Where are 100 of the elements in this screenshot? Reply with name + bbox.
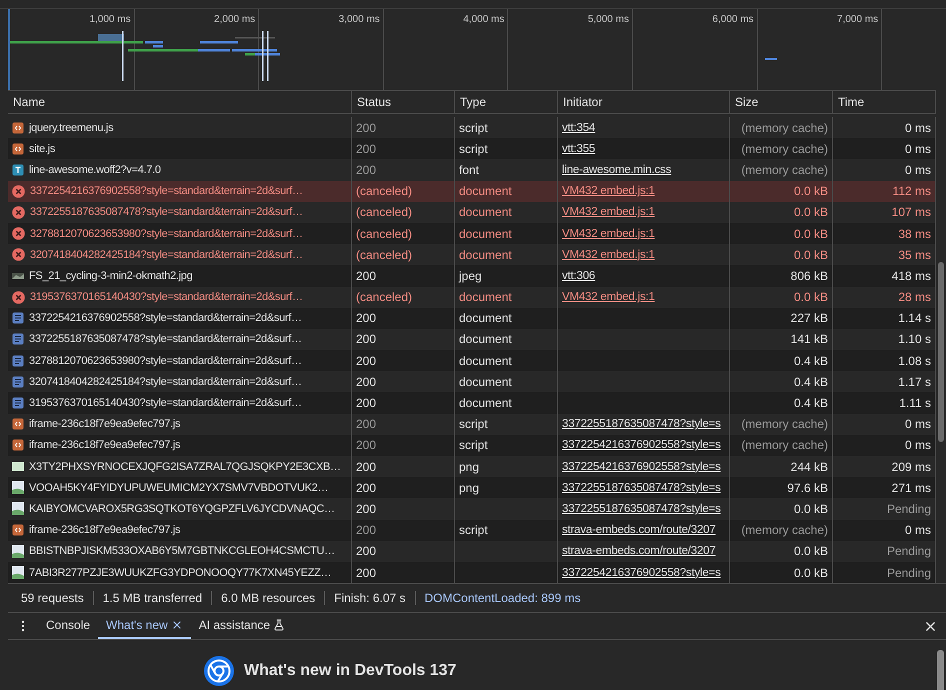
- request-name-cell[interactable]: FS_21_cycling-3-min2-okmath2.jpg: [8, 265, 352, 286]
- type-cell: script: [455, 434, 558, 456]
- document-icon: [12, 354, 24, 367]
- status-cell: 200: [352, 434, 455, 456]
- image-file-icon: [12, 502, 24, 516]
- script-file-icon: [12, 142, 24, 155]
- column-header[interactable]: Initiator: [558, 90, 730, 114]
- size-cell: 0.0 kB: [730, 222, 833, 244]
- initiator-link[interactable]: strava-embeds.com/route/3207: [562, 524, 716, 536]
- status-text: DOMContentLoaded: 899 ms: [424, 591, 582, 606]
- size-cell: (memory cache): [730, 138, 833, 160]
- initiator-link[interactable]: 3372255187635087478?style=s: [562, 482, 721, 494]
- initiator-link[interactable]: VM432 embed.js:1: [562, 248, 655, 261]
- size-cell: (memory cache): [730, 434, 833, 456]
- time-cell: 35 ms: [833, 244, 936, 266]
- status-cell: 200: [352, 265, 455, 286]
- close-icon[interactable]: [170, 619, 183, 632]
- status-cell: 200: [352, 308, 455, 329]
- initiator-link[interactable]: 3372255187635087478?style=s: [562, 418, 721, 430]
- time-cell: 0 ms: [833, 414, 936, 435]
- request-name-cell[interactable]: VOOAH5KY4FYIDYUPUWEUMICM2YX7SMV7VBDOTVUK2…: [8, 477, 352, 498]
- initiator-link[interactable]: VM432 embed.js:1: [562, 291, 655, 304]
- error-icon: [12, 227, 25, 240]
- request-name-cell[interactable]: site.js: [8, 138, 352, 160]
- column-header[interactable]: Time: [833, 90, 936, 114]
- size-cell: 0.4 kB: [730, 371, 833, 392]
- column-header[interactable]: Type: [455, 90, 558, 114]
- request-name-cell[interactable]: 3372254216376902558?style=standard&terrain=2d&surf…: [8, 180, 352, 202]
- column-header[interactable]: Status: [352, 90, 455, 114]
- time-cell: 1.08 s: [833, 350, 936, 372]
- time-tick-label: 4,000 ms: [463, 14, 504, 25]
- initiator-link[interactable]: 3372254216376902558?style=s: [562, 460, 721, 473]
- initiator-link[interactable]: vtt:306: [562, 270, 596, 282]
- whats-new-heading: What's new in DevTools 137: [244, 662, 456, 680]
- request-name-cell[interactable]: 3278812070623653980?style=standard&terrain=2d&surf…: [8, 222, 352, 244]
- script-file-icon: [12, 122, 24, 134]
- status-cell: 200: [352, 562, 455, 584]
- request-name-cell[interactable]: iframe-236c18f7e9ea9efec797.js: [8, 434, 352, 456]
- error-icon: [12, 290, 25, 304]
- type-cell: script: [455, 520, 558, 541]
- status-cell: 200: [352, 477, 455, 498]
- initiator-link[interactable]: VM432 embed.js:1: [562, 228, 655, 240]
- error-icon: [12, 206, 25, 219]
- image-file-icon: [12, 481, 24, 494]
- size-cell: 0.0 kB: [730, 562, 833, 584]
- request-name-cell[interactable]: 3195376370165140430?style=standard&terrain=2d&surf…: [8, 286, 352, 308]
- initiator-link[interactable]: 3372254216376902558?style=s: [562, 566, 721, 579]
- time-cell: 0 ms: [833, 434, 936, 456]
- request-name-cell[interactable]: iframe-236c18f7e9ea9efec797.js: [8, 520, 352, 541]
- initiator-link[interactable]: vtt:354: [562, 122, 596, 134]
- error-icon: [12, 184, 25, 198]
- script-file-icon: [12, 439, 24, 452]
- size-cell: 806 kB: [730, 265, 833, 286]
- time-tick-label: 5,000 ms: [588, 14, 629, 25]
- initiator-link[interactable]: vtt:355: [562, 142, 596, 155]
- column-header[interactable]: Size: [730, 90, 833, 114]
- initiator-link[interactable]: VM432 embed.js:1: [562, 185, 655, 198]
- drawer-tab[interactable]: What's new: [98, 613, 191, 640]
- request-name-cell[interactable]: iframe-236c18f7e9ea9efec797.js: [8, 414, 352, 435]
- status-cell: 200: [352, 520, 455, 541]
- image-thumbnail-icon: [12, 272, 24, 279]
- initiator-link[interactable]: line-awesome.min.css: [562, 164, 672, 176]
- time-tick-label: 7,000 ms: [837, 14, 878, 25]
- status-cell: 200: [352, 371, 455, 392]
- request-name-cell[interactable]: 3278812070623653980?style=standard&terrain=2d&surf…: [8, 350, 352, 372]
- type-cell: script: [455, 414, 558, 435]
- script-file-icon: [12, 524, 24, 536]
- time-cell: 1.14 s: [833, 308, 936, 329]
- devtools-logo-icon: [204, 656, 234, 686]
- initiator-link[interactable]: 3372254216376902558?style=s: [562, 439, 721, 452]
- time-cell: 0 ms: [833, 138, 936, 160]
- type-cell: document: [455, 222, 558, 244]
- initiator-link[interactable]: strava-embeds.com/route/3207: [562, 545, 716, 558]
- status-cell: 200: [352, 138, 455, 160]
- request-name-cell[interactable]: 3372254216376902558?style=standard&terrain=2d&surf…: [8, 308, 352, 329]
- status-text: 59 requests: [12, 591, 94, 606]
- request-name-cell[interactable]: 3207418404282425184?style=standard&terrain=2d&surf…: [8, 244, 352, 266]
- time-cell: 112 ms: [833, 180, 936, 202]
- time-cell: 1.11 s: [833, 392, 936, 414]
- document-icon: [12, 397, 24, 410]
- request-name-cell[interactable]: 3207418404282425184?style=standard&terrain=2d&surf…: [8, 371, 352, 392]
- initiator-link[interactable]: 3372255187635087478?style=s: [562, 502, 721, 515]
- type-cell: document: [455, 350, 558, 372]
- request-name-cell[interactable]: 3195376370165140430?style=standard&terrain=2d&surf…: [8, 392, 352, 414]
- type-cell: document: [455, 180, 558, 202]
- size-cell: 0.0 kB: [730, 244, 833, 266]
- flask-icon: [273, 619, 286, 632]
- size-cell: 0.4 kB: [730, 350, 833, 372]
- column-header[interactable]: Name: [8, 90, 352, 114]
- request-name-cell[interactable]: 7ABI3R277PZJE3WUUKZFG3YDPONOOQY77K7XN45YEZZ…: [8, 562, 352, 584]
- status-cell: 200: [352, 392, 455, 414]
- time-tick-label: 1,000 ms: [89, 14, 131, 25]
- image-thumbnail-icon: [12, 462, 24, 472]
- size-cell: (memory cache): [730, 414, 833, 435]
- type-cell: script: [455, 138, 558, 160]
- drawer-tab[interactable]: Console: [38, 613, 98, 640]
- initiator-link[interactable]: VM432 embed.js:1: [562, 206, 655, 218]
- status-cell: 200: [352, 350, 455, 372]
- time-cell: 0 ms: [833, 520, 936, 541]
- drawer-tab[interactable]: AI assistance: [190, 613, 294, 640]
